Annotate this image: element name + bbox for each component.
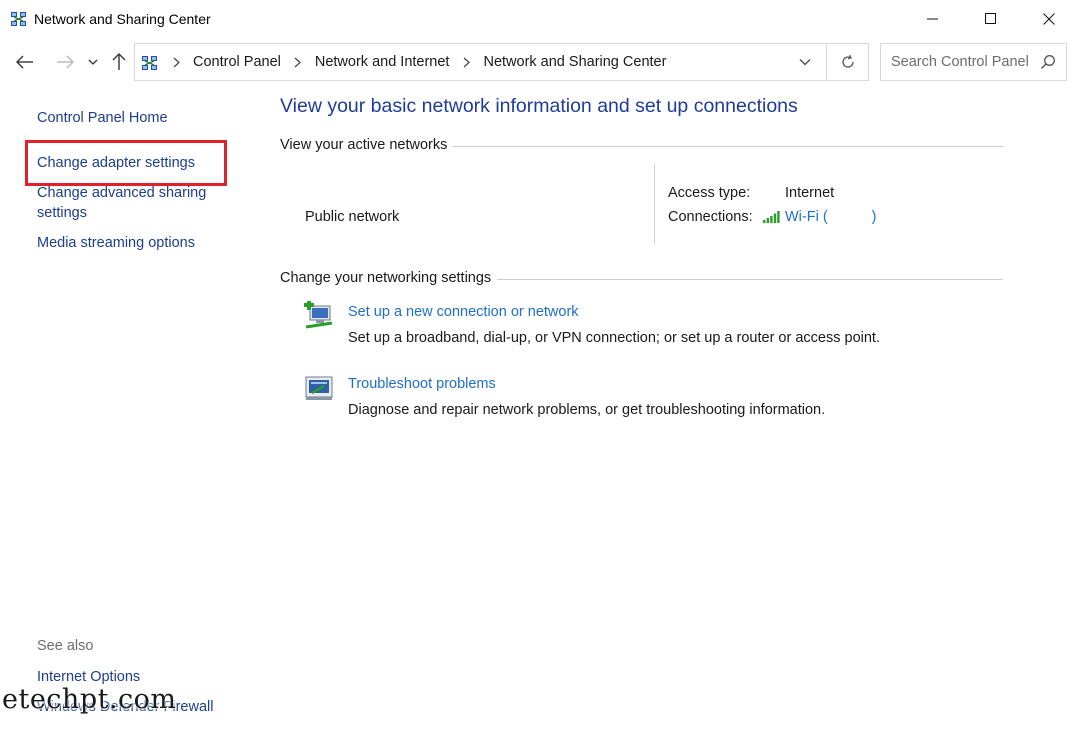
network-center-icon	[141, 54, 159, 72]
setup-new-connection-link[interactable]: Set up a new connection or network	[348, 304, 579, 320]
maximize-button[interactable]	[962, 0, 1020, 38]
window-title: Network and Sharing Center	[34, 11, 211, 27]
network-divider	[654, 164, 655, 244]
breadcrumb-control-panel[interactable]: Control Panel	[187, 54, 287, 70]
breadcrumb: Control Panel Network and Internet Netwo…	[165, 44, 672, 80]
search-icon[interactable]	[1040, 54, 1056, 70]
change-adapter-settings-link[interactable]: Change adapter settings	[37, 153, 237, 173]
troubleshoot-problems-link[interactable]: Troubleshoot problems	[348, 376, 496, 392]
see-also-heading: See also	[37, 638, 94, 654]
change-advanced-sharing-settings-link[interactable]: Change advanced sharing settings	[37, 183, 217, 223]
refresh-button[interactable]	[827, 43, 869, 81]
control-panel-home-link[interactable]: Control Panel Home	[37, 108, 237, 128]
watermark-logo: etechpt.com	[2, 684, 177, 715]
troubleshoot-icon	[304, 373, 334, 403]
up-button[interactable]	[108, 50, 130, 74]
close-icon	[1043, 13, 1055, 25]
change-settings-header-label: Change your networking settings	[280, 270, 492, 286]
chevron-down-icon	[88, 59, 98, 65]
refresh-icon	[841, 54, 854, 68]
chevron-right-icon[interactable]	[455, 57, 477, 68]
network-name: Public network	[305, 209, 400, 225]
back-arrow-icon	[16, 55, 33, 69]
back-button[interactable]	[12, 50, 38, 74]
change-settings-header: Change your networking settings	[280, 270, 1003, 286]
chevron-right-icon[interactable]	[165, 57, 187, 68]
maximize-icon	[985, 13, 996, 24]
active-networks-header: View your active networks	[280, 137, 1003, 153]
breadcrumb-network-and-internet[interactable]: Network and Internet	[309, 54, 456, 70]
recent-locations-button[interactable]	[84, 50, 102, 74]
search-box[interactable]	[880, 43, 1067, 81]
wifi-connection-close: )	[871, 209, 877, 225]
media-streaming-options-link[interactable]: Media streaming options	[37, 233, 237, 253]
address-history-button[interactable]	[790, 43, 820, 81]
wifi-signal-icon	[763, 211, 780, 223]
left-pane: Control Panel Home Change adapter settin…	[0, 84, 250, 742]
navigation-bar: Control Panel Network and Internet Netwo…	[0, 40, 1080, 84]
search-input[interactable]	[881, 44, 1041, 80]
up-arrow-icon	[112, 53, 126, 70]
section-divider	[497, 278, 1003, 280]
close-button[interactable]	[1020, 0, 1078, 38]
chevron-right-icon[interactable]	[287, 57, 309, 68]
address-bar[interactable]: Control Panel Network and Internet Netwo…	[134, 43, 827, 81]
breadcrumb-network-and-sharing-center[interactable]: Network and Sharing Center	[477, 54, 672, 70]
minimize-icon	[927, 18, 938, 20]
minimize-button[interactable]	[904, 0, 962, 38]
title-bar: Network and Sharing Center	[0, 0, 1080, 40]
wifi-connection-link[interactable]: Wi-Fi ( )	[762, 209, 877, 225]
access-type-value: Internet	[785, 185, 835, 201]
connections-label: Connections:	[668, 209, 753, 225]
page-title: View your basic network information and …	[280, 95, 798, 117]
troubleshoot-problems-description: Diagnose and repair network problems, or…	[348, 402, 826, 418]
new-connection-icon	[304, 300, 334, 331]
setup-new-connection-description: Set up a broadband, dial-up, or VPN conn…	[348, 330, 880, 346]
section-divider	[453, 145, 1003, 147]
forward-arrow-icon	[57, 55, 74, 69]
main-content: View your basic network information and …	[280, 84, 1040, 742]
network-center-icon	[10, 10, 28, 28]
access-type-label: Access type:	[668, 185, 751, 201]
chevron-down-icon	[799, 59, 811, 66]
forward-button[interactable]	[52, 50, 78, 74]
wifi-connection-name: Wi-Fi (	[785, 209, 828, 225]
active-networks-header-label: View your active networks	[280, 137, 448, 153]
